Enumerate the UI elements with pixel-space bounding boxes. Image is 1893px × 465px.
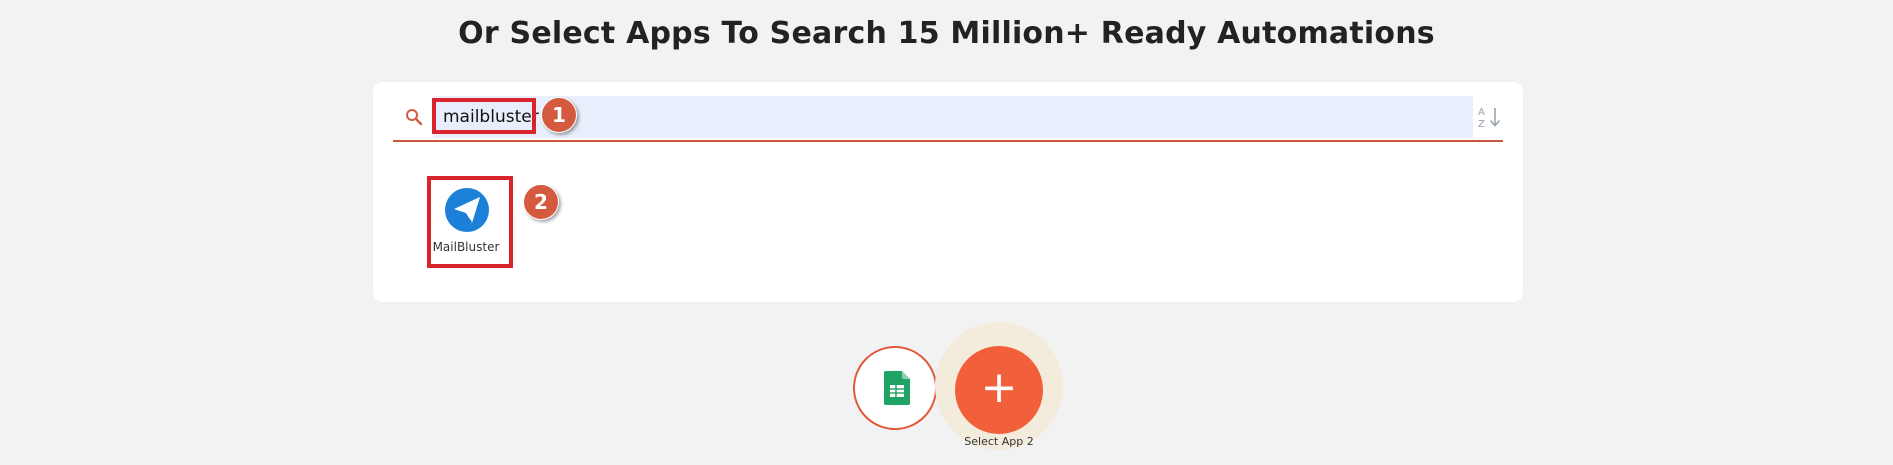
search-icon (405, 108, 423, 126)
step-badge-2: 2 (523, 184, 559, 220)
result-highlight-box (427, 176, 513, 268)
svg-text:Z: Z (1478, 119, 1485, 130)
selected-app-1[interactable] (853, 346, 937, 430)
step-badge-1: 1 (541, 97, 577, 133)
sort-alpha-icon[interactable]: A Z (1477, 104, 1503, 130)
select-app-2-label: Select App 2 (964, 435, 1034, 448)
app-search-panel: A Z 1 MailBluster (373, 82, 1523, 302)
svg-text:A: A (1478, 107, 1485, 118)
search-input[interactable] (433, 96, 1473, 138)
page-title: Or Select Apps To Search 15 Million+ Rea… (458, 16, 1435, 51)
page: Or Select Apps To Search 15 Million+ Rea… (0, 0, 1893, 465)
select-app-2-button[interactable]: + (955, 346, 1043, 434)
google-sheets-icon (884, 371, 910, 405)
search-highlight-box (432, 98, 536, 134)
